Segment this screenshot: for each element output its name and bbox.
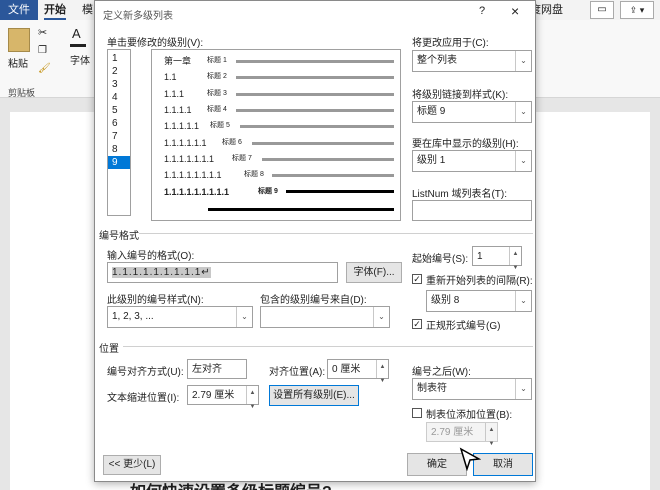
level-item[interactable]: 5	[108, 104, 130, 117]
font-label: 字体	[70, 56, 90, 67]
link-style-select[interactable]: 标题 9 ⌄	[412, 101, 532, 123]
chevron-down-icon: ⌄	[515, 379, 531, 399]
link-style-label: 将级别链接到样式(K):	[412, 90, 509, 101]
listnum-input[interactable]	[412, 200, 532, 221]
restart-checkbox[interactable]: ✓	[412, 274, 422, 284]
follow-number-label: 编号之后(W):	[412, 367, 471, 378]
tab-home[interactable]: 开始	[44, 0, 66, 20]
define-multilevel-list-dialog: 定义新多级列表 ? × 单击要修改的级别(V): 1 2 3 4 5 6 7 8…	[94, 0, 536, 482]
cursor-icon	[459, 447, 481, 471]
chevron-down-icon: ⌄	[515, 102, 531, 122]
apply-to-select[interactable]: 整个列表 ⌄	[412, 50, 532, 72]
format-painter-icon[interactable]: 🖌	[38, 63, 51, 74]
number-format-section: 编号格式	[99, 231, 139, 242]
restart-label: 重新开始列表的间隔(R):	[426, 276, 533, 287]
chevron-down-icon: ⌄	[373, 307, 389, 327]
tab-file[interactable]: 文件	[0, 0, 38, 20]
preview-style: 标题 3	[207, 90, 227, 97]
preview-style: 标题 8	[244, 171, 264, 178]
follow-number-select[interactable]: 制表符 ⌄	[412, 378, 532, 400]
level-item-selected[interactable]: 9	[108, 156, 130, 169]
preview-number: 1.1.1.1.1.1.1	[164, 154, 215, 164]
include-level-select[interactable]: ⌄	[260, 306, 390, 328]
level-list[interactable]: 1 2 3 4 5 6 7 8 9	[107, 49, 131, 216]
indent-input[interactable]: 2.79 厘米 ▲ ▼	[187, 385, 259, 410]
chevron-down-icon: ⌄	[515, 151, 531, 171]
chevron-down-icon: ⌄	[236, 307, 252, 327]
chevron-down-icon: ⌄	[515, 291, 531, 311]
preview-style: 标题 9	[258, 188, 278, 195]
preview-style: 标题 5	[210, 122, 230, 129]
help-button[interactable]: ?	[479, 5, 485, 17]
tab-stop-input[interactable]: 2.79 厘米 ▲ ▼	[426, 422, 498, 447]
share-icon[interactable]: ⇪ ▾	[620, 1, 654, 19]
preview-number: 1.1.1.1.1.1.1.1.1	[164, 187, 230, 197]
ok-button[interactable]: 确定	[407, 453, 467, 476]
align-label: 编号对齐方式(U):	[107, 367, 184, 378]
preview-box: 第一章 标题 1 1.1 标题 2 1.1.1 标题 3 1.1.1.1 标题 …	[151, 49, 401, 221]
paste-icon[interactable]	[8, 28, 30, 52]
level-item[interactable]: 1	[108, 52, 130, 65]
tab-stop-label: 制表位添加位置(B):	[426, 410, 513, 421]
preview-number: 1.1.1.1.1	[164, 121, 200, 131]
font-icon[interactable]: A	[72, 26, 81, 41]
font-button[interactable]: 字体(F)...	[346, 262, 402, 283]
preview-style: 标题 6	[222, 139, 242, 146]
legal-label: 正规形式编号(G)	[426, 321, 501, 332]
align-at-input[interactable]: 0 厘米 ▲ ▼	[327, 359, 389, 384]
preview-number: 1.1.1.1.1.1	[164, 138, 207, 148]
spinner-icon[interactable]: ▲ ▼	[376, 360, 388, 384]
preview-number: 1.1.1.1	[164, 105, 192, 115]
preview-style: 标题 7	[232, 155, 252, 162]
start-at-input[interactable]: 1 ▲ ▼	[472, 246, 522, 271]
level-item[interactable]: 4	[108, 91, 130, 104]
include-level-label: 包含的级别编号来自(D):	[260, 295, 367, 306]
restart-level-select[interactable]: 级别 8 ⌄	[426, 290, 532, 312]
preview-style: 标题 4	[207, 106, 227, 113]
level-item[interactable]: 3	[108, 78, 130, 91]
copy-icon[interactable]: ❐	[38, 45, 47, 56]
position-section: 位置	[99, 344, 119, 355]
number-style-label: 此级别的编号样式(N):	[107, 295, 204, 306]
indent-label: 文本缩进位置(I):	[107, 393, 180, 404]
number-style-select[interactable]: 1, 2, 3, ... ⌄	[107, 306, 253, 328]
spinner-icon: ▲ ▼	[485, 423, 497, 447]
level-item[interactable]: 7	[108, 130, 130, 143]
tab-partial[interactable]: 模	[82, 0, 93, 20]
spinner-icon[interactable]: ▲ ▼	[509, 247, 521, 271]
set-all-levels-button[interactable]: 设置所有级别(E)...	[269, 385, 359, 406]
preview-style: 标题 2	[207, 73, 227, 80]
cut-icon[interactable]: ✂	[38, 26, 47, 39]
listnum-label: ListNum 域列表名(T):	[412, 189, 507, 200]
chevron-down-icon: ⌄	[515, 51, 531, 71]
cancel-button[interactable]: 取消	[473, 453, 533, 476]
preview-number: 第一章	[164, 56, 192, 66]
comment-icon[interactable]: ▭	[590, 1, 614, 19]
gallery-level-select[interactable]: 级别 1 ⌄	[412, 150, 532, 172]
enter-format-label: 输入编号的格式(O):	[107, 251, 195, 262]
tab-stop-checkbox[interactable]	[412, 408, 422, 418]
preview-number: 1.1.1	[164, 89, 185, 99]
preview-number: 1.1	[164, 72, 177, 82]
apply-to-label: 将更改应用于(C):	[412, 38, 489, 49]
align-select[interactable]: 左对齐	[187, 359, 247, 379]
start-at-label: 起始编号(S):	[412, 254, 469, 265]
preview-style: 标题 1	[207, 57, 227, 64]
spinner-icon[interactable]: ▲ ▼	[246, 386, 258, 410]
dialog-title: 定义新多级列表	[103, 11, 173, 22]
paste-label: 粘贴	[8, 59, 28, 70]
less-button[interactable]: << 更少(L)	[103, 455, 161, 475]
preview-number: 1.1.1.1.1.1.1.1	[164, 170, 222, 180]
level-item[interactable]: 2	[108, 65, 130, 78]
gallery-level-label: 要在库中显示的级别(H):	[412, 139, 519, 150]
level-item[interactable]: 6	[108, 117, 130, 130]
level-item[interactable]: 8	[108, 143, 130, 156]
level-label: 单击要修改的级别(V):	[107, 38, 204, 49]
close-icon[interactable]: ×	[511, 3, 519, 19]
number-format-input[interactable]: 1.1.1.1.1.1.1.1.1↵	[107, 262, 338, 283]
legal-checkbox[interactable]: ✓	[412, 319, 422, 329]
align-at-label: 对齐位置(A):	[269, 367, 326, 378]
